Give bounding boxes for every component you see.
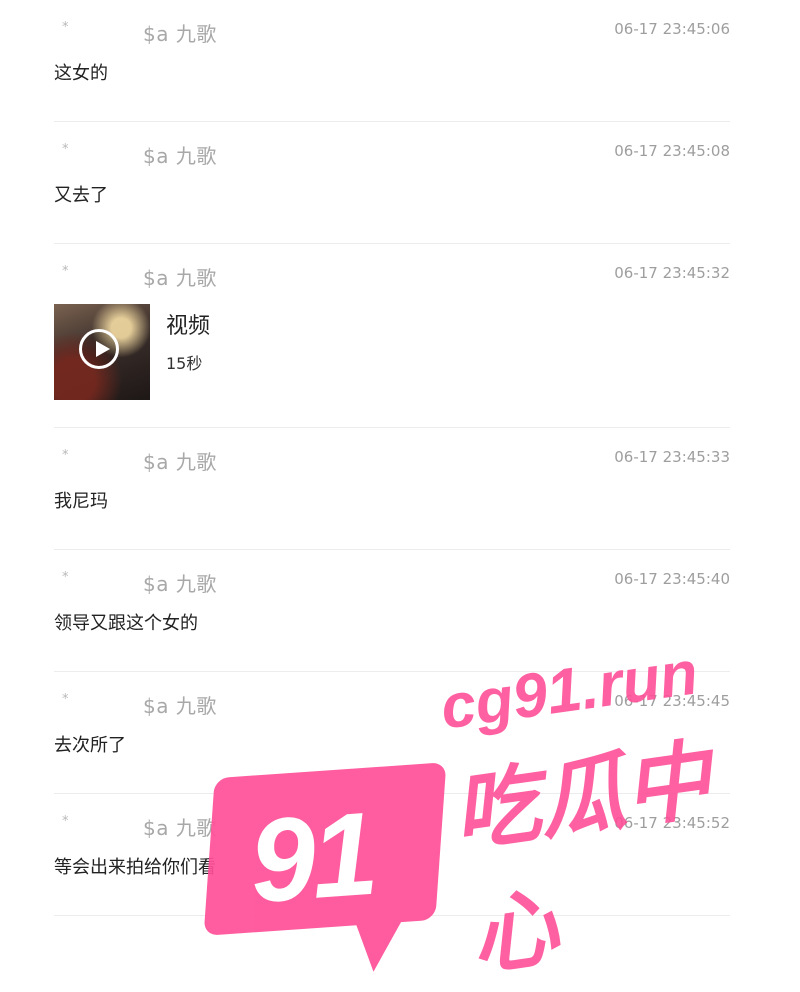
video-duration: 15秒: [166, 354, 203, 373]
star-marker: *: [62, 692, 69, 707]
chat-message-video: * $a 九歌 06-17 23:45:32 视频 15秒: [54, 244, 730, 428]
message-text: 又去了: [54, 185, 108, 206]
sender-name[interactable]: $a 九歌: [143, 446, 217, 475]
sender-name[interactable]: $a 九歌: [143, 812, 217, 841]
star-marker: *: [62, 264, 69, 279]
watermark-number: 91: [245, 787, 378, 929]
message-text: 去次所了: [54, 735, 126, 756]
video-thumbnail[interactable]: [54, 304, 150, 400]
chat-message: * $a 九歌 06-17 23:45:06 这女的: [54, 0, 730, 122]
sender-name[interactable]: $a 九歌: [143, 690, 217, 719]
chat-message: * $a 九歌 06-17 23:45:08 又去了: [54, 122, 730, 244]
message-text: 等会出来拍给你们看: [54, 857, 216, 878]
message-text: 领导又跟这个女的: [54, 613, 198, 634]
message-text: 我尼玛: [54, 491, 108, 512]
chat-message: * $a 九歌 06-17 23:45:33 我尼玛: [54, 428, 730, 550]
message-text: 这女的: [54, 63, 108, 84]
message-timestamp: 06-17 23:45:32: [614, 264, 730, 282]
star-marker: *: [62, 20, 69, 35]
sender-name[interactable]: $a 九歌: [143, 18, 217, 47]
watermark-brand: 吃瓜中心: [447, 729, 717, 989]
play-icon[interactable]: [79, 329, 119, 369]
star-marker: *: [62, 570, 69, 585]
message-timestamp: 06-17 23:45:06: [614, 20, 730, 38]
video-title[interactable]: 视频: [166, 308, 210, 340]
message-timestamp: 06-17 23:45:40: [614, 570, 730, 588]
message-timestamp: 06-17 23:45:33: [614, 448, 730, 466]
message-timestamp: 06-17 23:45:08: [614, 142, 730, 160]
sender-name[interactable]: $a 九歌: [143, 568, 217, 597]
sender-name[interactable]: $a 九歌: [143, 262, 217, 291]
star-marker: *: [62, 814, 69, 829]
sender-name[interactable]: $a 九歌: [143, 140, 217, 169]
star-marker: *: [62, 142, 69, 157]
star-marker: *: [62, 448, 69, 463]
